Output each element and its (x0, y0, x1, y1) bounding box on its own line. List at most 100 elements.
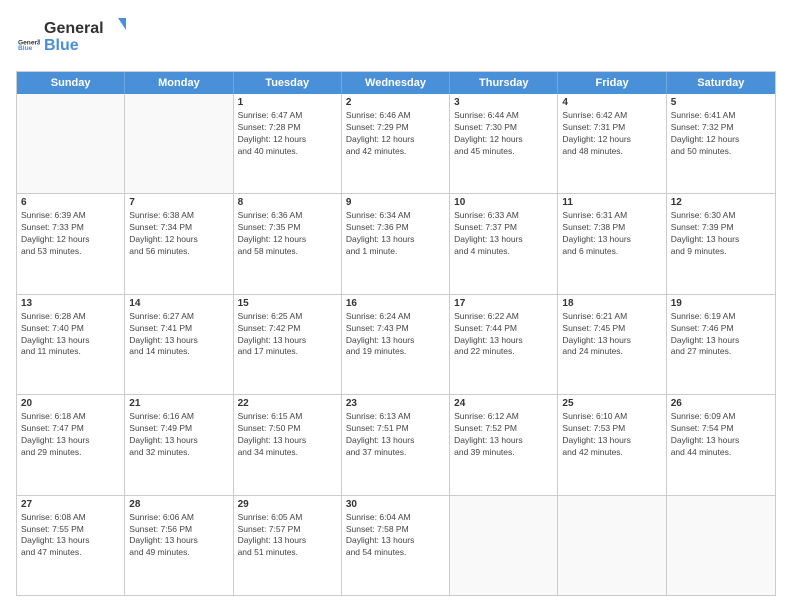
calendar-cell-8: 8Sunrise: 6:36 AMSunset: 7:35 PMDaylight… (234, 194, 342, 293)
calendar-cell-11: 11Sunrise: 6:31 AMSunset: 7:38 PMDayligh… (558, 194, 666, 293)
svg-text:General: General (44, 20, 104, 37)
day-number: 27 (21, 499, 120, 510)
cell-info-line: Daylight: 13 hours (562, 435, 661, 447)
cell-info-line: and 51 minutes. (238, 547, 337, 559)
day-number: 8 (238, 197, 337, 208)
weekday-header-thursday: Thursday (450, 72, 558, 94)
day-number: 16 (346, 298, 445, 309)
cell-info-line: and 6 minutes. (562, 246, 661, 258)
cell-info-line: Sunset: 7:54 PM (671, 423, 771, 435)
day-number: 29 (238, 499, 337, 510)
cell-info-line: Sunset: 7:47 PM (21, 423, 120, 435)
cell-info-line: Sunset: 7:45 PM (562, 323, 661, 335)
cell-info-line: Sunrise: 6:39 AM (21, 210, 120, 222)
cell-info-line: and 22 minutes. (454, 346, 553, 358)
cell-info-line: Daylight: 12 hours (238, 234, 337, 246)
cell-info-line: Sunrise: 6:18 AM (21, 411, 120, 423)
cell-info-line: Daylight: 13 hours (671, 435, 771, 447)
day-number: 3 (454, 97, 553, 108)
calendar-cell-empty (667, 496, 775, 595)
cell-info-line: Daylight: 13 hours (21, 535, 120, 547)
svg-text:Blue: Blue (44, 37, 79, 54)
cell-info-line: Sunset: 7:36 PM (346, 222, 445, 234)
cell-info-line: Sunset: 7:28 PM (238, 122, 337, 134)
cell-info-line: Sunset: 7:55 PM (21, 524, 120, 536)
cell-info-line: and 42 minutes. (562, 447, 661, 459)
cell-info-line: Sunset: 7:39 PM (671, 222, 771, 234)
logo-icon: General Blue (18, 34, 40, 56)
cell-info-line: and 56 minutes. (129, 246, 228, 258)
cell-info-line: Sunrise: 6:33 AM (454, 210, 553, 222)
calendar-cell-4: 4Sunrise: 6:42 AMSunset: 7:31 PMDaylight… (558, 94, 666, 193)
cell-info-line: Daylight: 12 hours (562, 134, 661, 146)
cell-info-line: Sunrise: 6:36 AM (238, 210, 337, 222)
cell-info-line: and 44 minutes. (671, 447, 771, 459)
weekday-header-wednesday: Wednesday (342, 72, 450, 94)
cell-info-line: Sunrise: 6:41 AM (671, 110, 771, 122)
calendar-cell-19: 19Sunrise: 6:19 AMSunset: 7:46 PMDayligh… (667, 295, 775, 394)
day-number: 25 (562, 398, 661, 409)
day-number: 7 (129, 197, 228, 208)
weekday-header-tuesday: Tuesday (234, 72, 342, 94)
calendar-row-4: 27Sunrise: 6:08 AMSunset: 7:55 PMDayligh… (17, 495, 775, 595)
calendar-cell-7: 7Sunrise: 6:38 AMSunset: 7:34 PMDaylight… (125, 194, 233, 293)
calendar-cell-16: 16Sunrise: 6:24 AMSunset: 7:43 PMDayligh… (342, 295, 450, 394)
calendar-cell-5: 5Sunrise: 6:41 AMSunset: 7:32 PMDaylight… (667, 94, 775, 193)
day-number: 10 (454, 197, 553, 208)
cell-info-line: Sunset: 7:50 PM (238, 423, 337, 435)
cell-info-line: Sunrise: 6:06 AM (129, 512, 228, 524)
cell-info-line: Sunset: 7:46 PM (671, 323, 771, 335)
cell-info-line: Sunset: 7:49 PM (129, 423, 228, 435)
calendar-row-2: 13Sunrise: 6:28 AMSunset: 7:40 PMDayligh… (17, 294, 775, 394)
calendar-cell-20: 20Sunrise: 6:18 AMSunset: 7:47 PMDayligh… (17, 395, 125, 494)
day-number: 14 (129, 298, 228, 309)
cell-info-line: Daylight: 13 hours (346, 335, 445, 347)
cell-info-line: Sunset: 7:57 PM (238, 524, 337, 536)
cell-info-line: Sunset: 7:38 PM (562, 222, 661, 234)
cell-info-line: Daylight: 13 hours (454, 435, 553, 447)
cell-info-line: and 49 minutes. (129, 547, 228, 559)
cell-info-line: Daylight: 13 hours (454, 335, 553, 347)
cell-info-line: Sunrise: 6:08 AM (21, 512, 120, 524)
cell-info-line: Sunset: 7:34 PM (129, 222, 228, 234)
cell-info-line: Daylight: 13 hours (238, 435, 337, 447)
cell-info-line: Daylight: 13 hours (671, 234, 771, 246)
weekday-header-monday: Monday (125, 72, 233, 94)
cell-info-line: Daylight: 13 hours (346, 535, 445, 547)
calendar-cell-empty (125, 94, 233, 193)
cell-info-line: and 58 minutes. (238, 246, 337, 258)
calendar-cell-18: 18Sunrise: 6:21 AMSunset: 7:45 PMDayligh… (558, 295, 666, 394)
svg-text:Blue: Blue (18, 45, 33, 52)
cell-info-line: and 53 minutes. (21, 246, 120, 258)
calendar-cell-24: 24Sunrise: 6:12 AMSunset: 7:52 PMDayligh… (450, 395, 558, 494)
cell-info-line: Daylight: 12 hours (21, 234, 120, 246)
cell-info-line: Sunset: 7:43 PM (346, 323, 445, 335)
calendar-row-3: 20Sunrise: 6:18 AMSunset: 7:47 PMDayligh… (17, 394, 775, 494)
cell-info-line: and 40 minutes. (238, 146, 337, 158)
cell-info-line: Sunrise: 6:47 AM (238, 110, 337, 122)
calendar-cell-17: 17Sunrise: 6:22 AMSunset: 7:44 PMDayligh… (450, 295, 558, 394)
cell-info-line: and 4 minutes. (454, 246, 553, 258)
cell-info-line: Sunrise: 6:15 AM (238, 411, 337, 423)
cell-info-line: Sunset: 7:51 PM (346, 423, 445, 435)
cell-info-line: and 48 minutes. (562, 146, 661, 158)
day-number: 23 (346, 398, 445, 409)
calendar-cell-29: 29Sunrise: 6:05 AMSunset: 7:57 PMDayligh… (234, 496, 342, 595)
cell-info-line: Daylight: 13 hours (21, 435, 120, 447)
cell-info-line: Sunrise: 6:05 AM (238, 512, 337, 524)
weekday-header-saturday: Saturday (667, 72, 775, 94)
header: General Blue General Blue (16, 16, 776, 61)
cell-info-line: Sunrise: 6:46 AM (346, 110, 445, 122)
cell-info-line: Daylight: 12 hours (238, 134, 337, 146)
cell-info-line: and 50 minutes. (671, 146, 771, 158)
cell-info-line: Sunset: 7:58 PM (346, 524, 445, 536)
cell-info-line: and 24 minutes. (562, 346, 661, 358)
calendar-cell-6: 6Sunrise: 6:39 AMSunset: 7:33 PMDaylight… (17, 194, 125, 293)
cell-info-line: and 9 minutes. (671, 246, 771, 258)
cell-info-line: and 32 minutes. (129, 447, 228, 459)
weekday-header-sunday: Sunday (17, 72, 125, 94)
logo-svg: General Blue (44, 16, 134, 56)
cell-info-line: Sunset: 7:33 PM (21, 222, 120, 234)
day-number: 21 (129, 398, 228, 409)
day-number: 18 (562, 298, 661, 309)
